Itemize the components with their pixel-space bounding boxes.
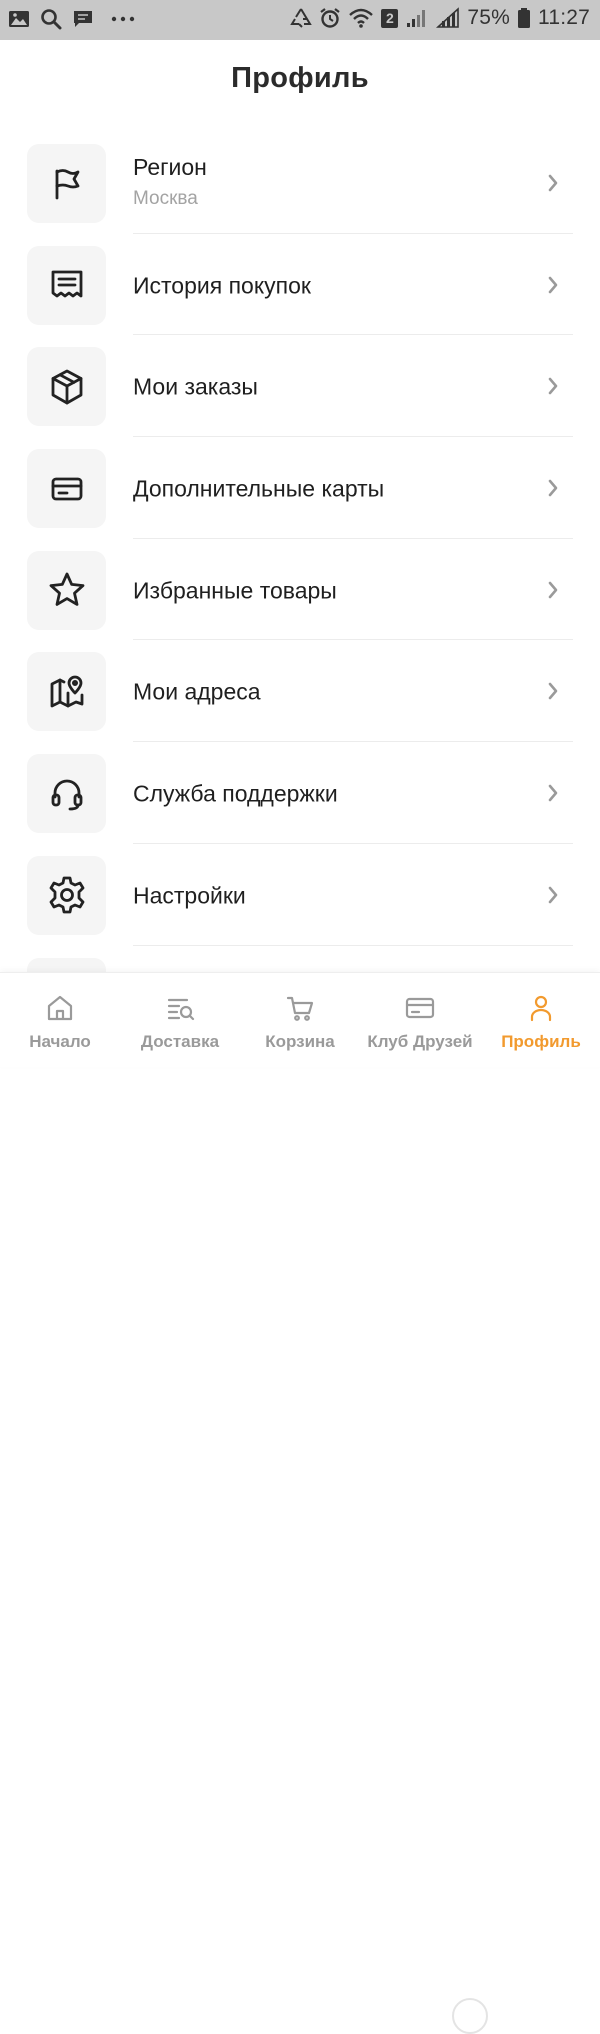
menu-item-support[interactable]: Служба поддержки (0, 742, 600, 844)
star-icon (49, 572, 84, 607)
icon-box (27, 144, 106, 223)
menu-item-region[interactable]: Регион Москва (0, 132, 600, 234)
nav-profile[interactable]: Профиль (482, 973, 600, 1067)
menu-item-label: Дополнительные карты (133, 475, 385, 502)
menu-item-my-addresses[interactable]: Мои адреса (0, 640, 600, 743)
page-title: Профиль (231, 62, 369, 94)
recycle-icon (290, 8, 313, 28)
icon-box (27, 245, 106, 325)
menu-item-label: Мои заказы (133, 373, 258, 400)
icon-box (27, 652, 106, 732)
menu-item-favorites[interactable]: Избранные товары (0, 539, 600, 641)
battery-level: 75% (467, 6, 510, 29)
alarm-icon (320, 8, 341, 28)
sim-slot-badge: 2 (381, 8, 399, 28)
menu-item-my-orders[interactable]: Мои заказы (0, 335, 600, 438)
signal-icon-2 (436, 7, 460, 28)
nav-delivery[interactable]: Доставка (120, 973, 240, 1067)
home-icon (47, 995, 73, 1021)
nav-label: Доставка (140, 1032, 220, 1051)
region-value: Москва (133, 188, 198, 209)
map-pin-icon (50, 675, 83, 708)
menu-item-label: История покупок (133, 272, 311, 299)
box-icon (51, 369, 82, 405)
chevron-right-icon (548, 886, 558, 903)
menu-item-label: Мои адреса (133, 678, 261, 705)
card-icon (51, 477, 82, 500)
chevron-right-icon (548, 784, 558, 802)
nav-label: Корзина (265, 1032, 335, 1051)
search-icon (41, 9, 62, 30)
chevron-right-icon (548, 174, 558, 192)
nav-label: Начало (29, 1032, 91, 1051)
more-icon (111, 16, 135, 22)
nav-home[interactable]: Начало (0, 973, 120, 1067)
battery-icon (518, 8, 530, 28)
chevron-right-icon (548, 276, 558, 293)
nav-label: Клуб Друзей (367, 1032, 473, 1051)
icon-box (27, 855, 106, 935)
user-icon (530, 995, 552, 1022)
card-icon (405, 997, 435, 1019)
watermark-logo (452, 1998, 488, 2034)
menu-item-label: Служба поддержки (133, 780, 338, 807)
menu-item-additional-cards[interactable]: Дополнительные карты (0, 437, 600, 539)
icon-box (27, 449, 106, 529)
menu-item-settings[interactable]: Настройки (0, 844, 600, 946)
nav-label: Профиль (501, 1032, 581, 1051)
image-icon (9, 11, 29, 27)
headset-icon (51, 779, 82, 811)
chevron-right-icon (548, 581, 558, 598)
menu-item-label: Регион (133, 154, 207, 180)
bottom-nav: Начало Доставка Корзина Клуб Друзей Проф… (0, 972, 600, 2034)
menu-item-label: Настройки (133, 882, 246, 909)
message-icon (74, 11, 92, 27)
menu-item-label: Избранные товары (133, 577, 337, 604)
receipt-icon (51, 270, 82, 298)
signal-icon (407, 10, 426, 27)
nav-friends-club[interactable]: Клуб Друзей (358, 973, 482, 1067)
clock: 11:27 (538, 6, 590, 29)
cart-icon (286, 996, 314, 1021)
wifi-icon (349, 8, 374, 28)
delivery-search-icon (167, 998, 195, 1021)
gear-icon (49, 876, 84, 914)
icon-box (27, 347, 106, 427)
menu-item-purchase-history[interactable]: История покупок (0, 234, 600, 336)
chevron-right-icon (548, 377, 558, 395)
nav-cart[interactable]: Корзина (240, 973, 360, 1067)
chevron-right-icon (548, 682, 558, 700)
icon-box (27, 754, 106, 834)
flag-icon (55, 168, 79, 199)
chevron-right-icon (548, 479, 558, 497)
profile-menu: Регион Москва История покупок Мои заказы (0, 132, 600, 1047)
status-bar: 2 75% 11:27 (0, 0, 600, 40)
icon-box (27, 550, 106, 630)
